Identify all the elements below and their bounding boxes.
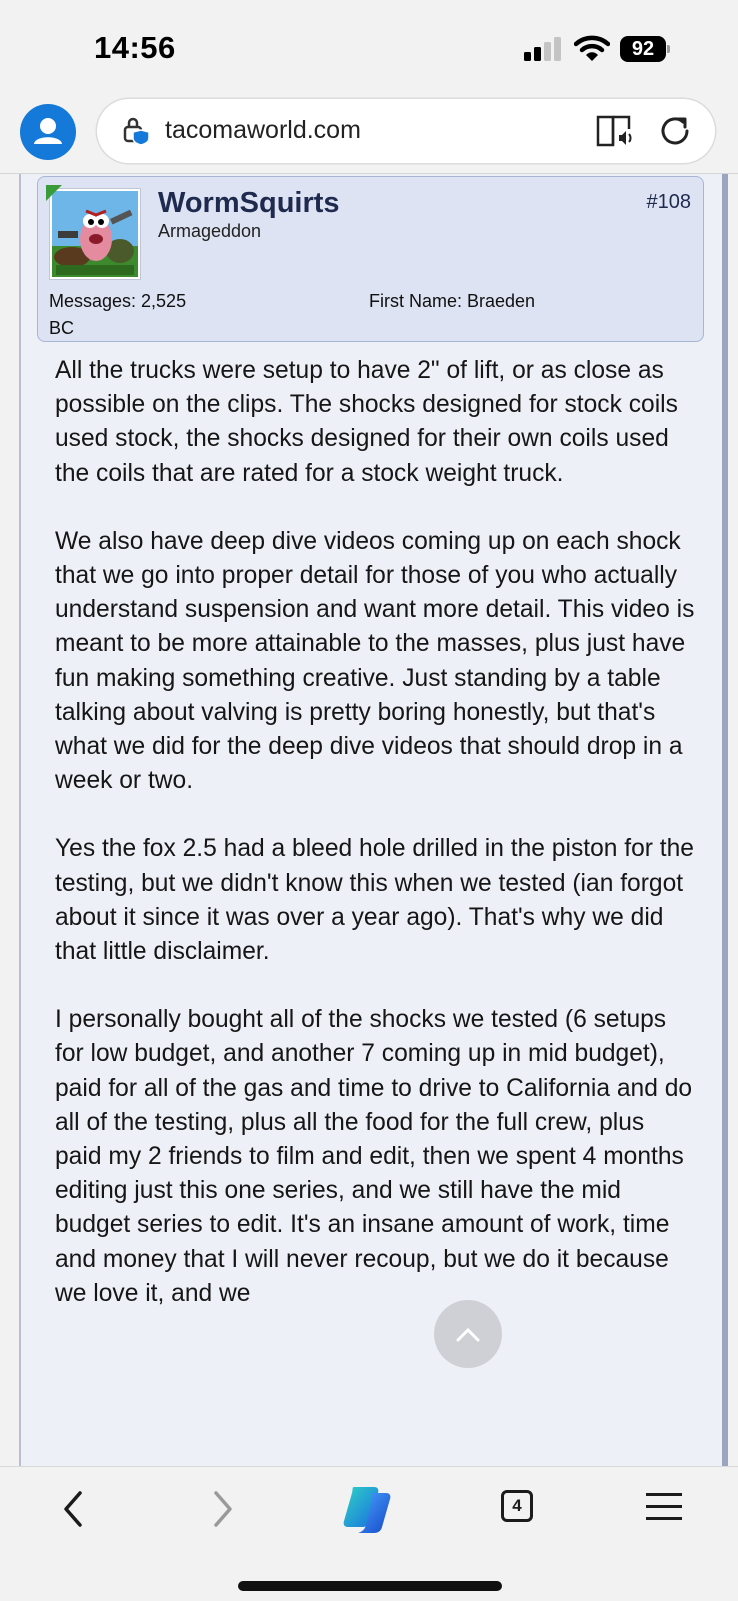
url-text: tacomaworld.com bbox=[165, 116, 361, 144]
user-messages-count: Messages: 2,525 bbox=[49, 291, 187, 311]
url-bar[interactable]: tacomaworld.com bbox=[97, 99, 715, 163]
post-paragraph: Yes the fox 2.5 had a bleed hole drilled… bbox=[55, 835, 694, 966]
lock-shield-icon bbox=[123, 117, 150, 146]
user-info-card: WormSquirts Armageddon #108 Messages: 2,… bbox=[37, 176, 704, 342]
post-number-link[interactable]: #108 bbox=[647, 191, 692, 214]
profile-icon bbox=[34, 118, 62, 144]
forward-icon[interactable] bbox=[208, 1487, 238, 1531]
chevron-up-icon bbox=[456, 1327, 480, 1342]
user-avatar[interactable] bbox=[50, 189, 140, 279]
username[interactable]: WormSquirts bbox=[158, 187, 340, 220]
tabs-button[interactable]: 4 bbox=[501, 1490, 533, 1522]
tab-count: 4 bbox=[512, 1496, 522, 1515]
cellular-signal-icon bbox=[524, 37, 561, 61]
user-location: BC bbox=[49, 318, 75, 338]
user-first-name: First Name: Braeden bbox=[369, 291, 536, 311]
status-bar: 14:56 92 bbox=[0, 0, 738, 96]
reload-icon[interactable] bbox=[657, 113, 693, 149]
post-body: All the trucks were setup to have 2" of … bbox=[55, 354, 695, 1345]
home-indicator bbox=[238, 1581, 502, 1591]
wifi-icon bbox=[574, 35, 610, 61]
post-paragraph: I personally bought all of the shocks we… bbox=[55, 1006, 693, 1307]
clock: 14:56 bbox=[94, 30, 176, 65]
back-icon[interactable] bbox=[58, 1487, 88, 1531]
post-container: WormSquirts Armageddon #108 Messages: 2,… bbox=[19, 174, 728, 1466]
new-post-flag bbox=[46, 185, 62, 201]
user-title: Armageddon bbox=[158, 221, 262, 241]
address-bar-row: tacomaworld.com bbox=[0, 96, 738, 174]
battery-level: 92 bbox=[631, 38, 655, 60]
scroll-to-top-button[interactable] bbox=[434, 1300, 502, 1368]
copilot-icon[interactable] bbox=[340, 1481, 396, 1537]
reader-mode-icon[interactable] bbox=[595, 113, 635, 149]
profile-button[interactable] bbox=[20, 104, 76, 160]
bottom-toolbar: 4 bbox=[0, 1466, 738, 1601]
menu-icon[interactable] bbox=[646, 1490, 682, 1524]
post-paragraph: All the trucks were setup to have 2" of … bbox=[55, 357, 678, 487]
post-paragraph: We also have deep dive videos coming up … bbox=[55, 527, 695, 795]
battery-indicator: 92 bbox=[620, 36, 670, 62]
